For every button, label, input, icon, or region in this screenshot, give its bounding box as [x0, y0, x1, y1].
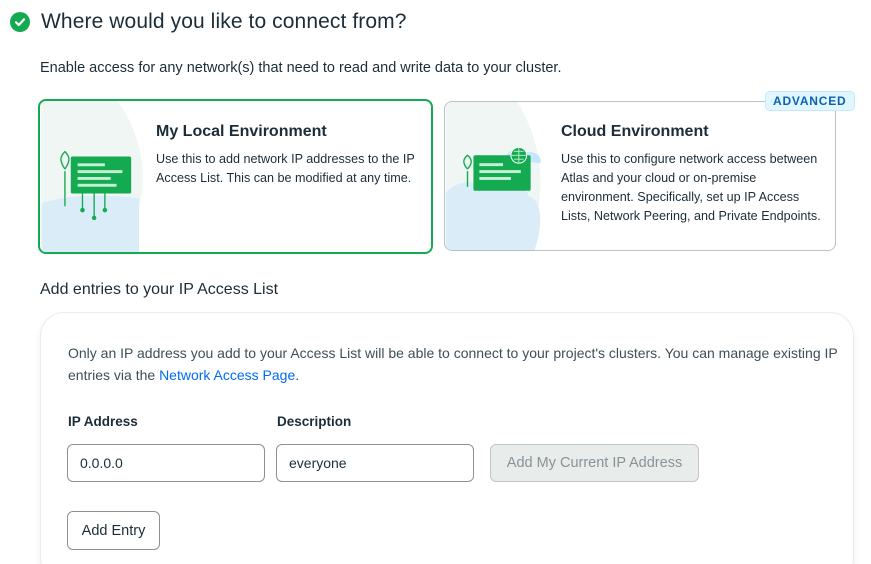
- cloud-environment-illustration: [445, 102, 541, 250]
- local-environment-illustration: [41, 101, 143, 252]
- option-card-cloud-environment[interactable]: Cloud Environment Use this to configure …: [444, 101, 836, 251]
- description-input[interactable]: [276, 444, 474, 482]
- access-list-description: Only an IP address you add to your Acces…: [68, 342, 838, 386]
- ip-address-input[interactable]: [67, 444, 265, 482]
- ip-access-list-panel: Only an IP address you add to your Acces…: [40, 312, 854, 564]
- add-entry-button[interactable]: Add Entry: [67, 511, 160, 550]
- network-access-page-link[interactable]: Network Access Page: [159, 367, 295, 383]
- add-current-ip-button[interactable]: Add My Current IP Address: [490, 444, 699, 482]
- ip-address-label: IP Address: [68, 414, 138, 429]
- section-title: Add entries to your IP Access List: [40, 281, 279, 298]
- advanced-badge: ADVANCED: [765, 91, 855, 111]
- access-list-description-suffix: .: [295, 367, 300, 383]
- check-circle-icon: [10, 12, 30, 32]
- cloud-environment-title: Cloud Environment: [561, 123, 709, 140]
- page-title: Where would you like to connect from?: [41, 10, 407, 33]
- local-environment-description: Use this to add network IP addresses to …: [156, 152, 415, 185]
- description-label: Description: [277, 414, 352, 429]
- option-card-local-environment[interactable]: My Local Environment Use this to add net…: [38, 99, 433, 254]
- local-environment-title: My Local Environment: [156, 123, 327, 140]
- cloud-environment-description: Use this to configure network access bet…: [561, 152, 821, 223]
- intro-text: Enable access for any network(s) that ne…: [40, 60, 562, 76]
- page-header: Where would you like to connect from?: [10, 10, 407, 34]
